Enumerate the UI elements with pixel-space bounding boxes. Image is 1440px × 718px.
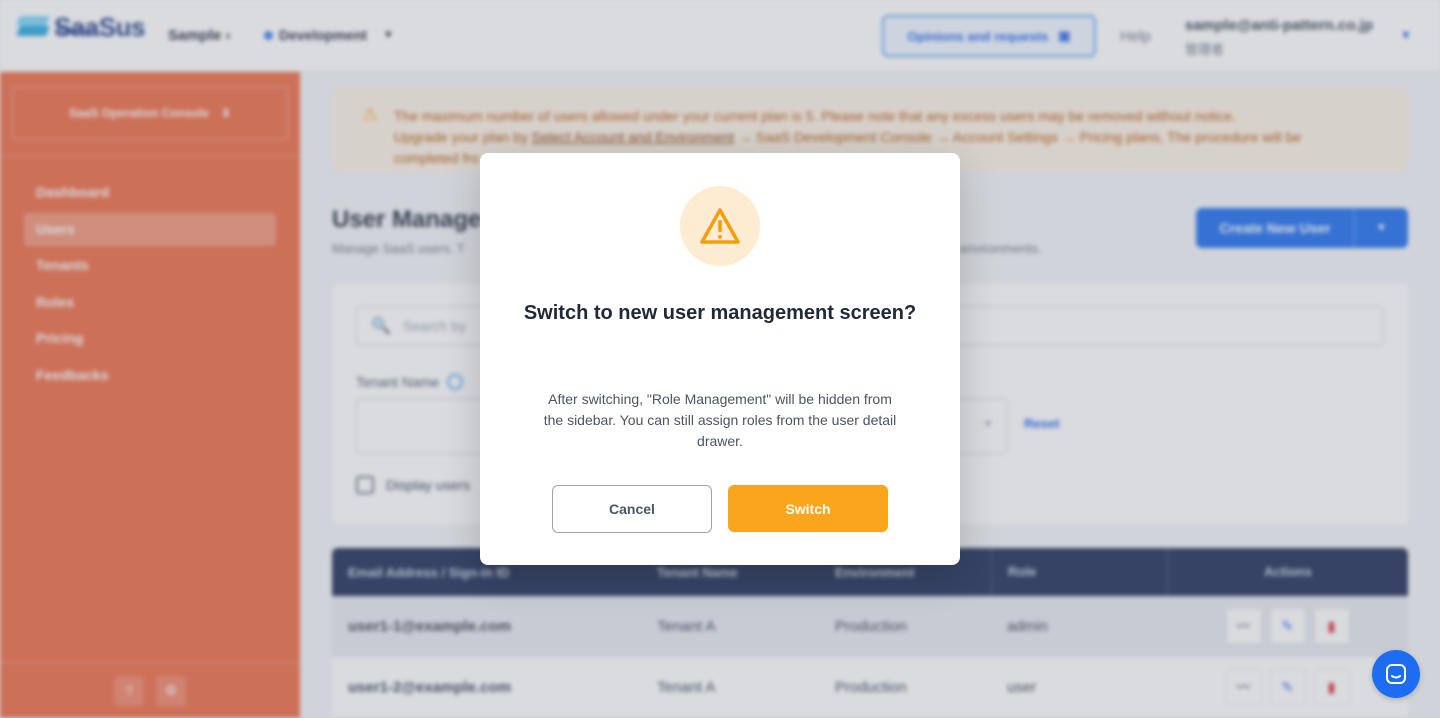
cancel-button[interactable]: Cancel (552, 485, 712, 533)
chat-icon (1386, 664, 1406, 684)
dialog-body: After switching, "Role Management" will … (543, 391, 897, 449)
warning-icon-badge (680, 186, 760, 266)
dialog-title: Switch to new user management screen? (523, 302, 917, 324)
switch-button[interactable]: Switch (728, 485, 888, 532)
chat-support-button[interactable] (1372, 650, 1420, 698)
warning-icon (700, 208, 740, 244)
switch-confirm-dialog: Switch to new user management screen? Af… (480, 153, 960, 565)
